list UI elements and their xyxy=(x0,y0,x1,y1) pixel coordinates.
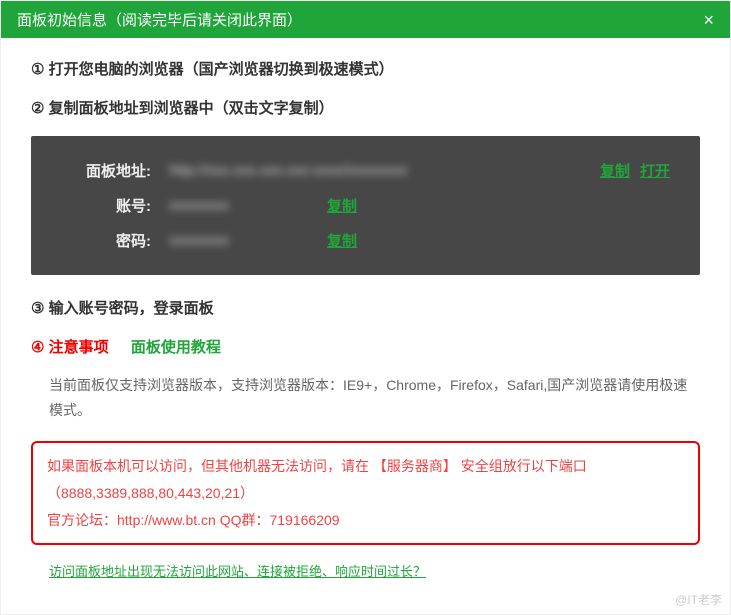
step-4-num: ④ xyxy=(31,338,44,356)
step-2: ② 复制面板地址到浏览器中（双击文字复制） xyxy=(31,97,700,118)
panel-account-row: 账号: xxxxxxxx 复制 xyxy=(61,195,670,216)
step-2-num: ② xyxy=(31,99,44,117)
copy-account-link[interactable]: 复制 xyxy=(327,195,357,216)
dialog-header: 面板初始信息（阅读完毕后请关闭此界面） × xyxy=(1,1,730,38)
open-address-link[interactable]: 打开 xyxy=(640,160,670,181)
step-4: ④ 注意事项 面板使用教程 xyxy=(31,336,700,357)
dialog-content: ① 打开您电脑的浏览器（国产浏览器切换到极速模式） ② 复制面板地址到浏览器中（… xyxy=(1,38,730,590)
close-icon[interactable]: × xyxy=(703,11,714,29)
step-3-num: ③ xyxy=(31,299,44,317)
panel-password-row: 密码: xxxxxxxx 复制 xyxy=(61,230,670,251)
warning-line-1: 如果面板本机可以访问，但其他机器无法访问，请在 【服务器商】 安全组放行以下端口… xyxy=(47,453,684,506)
panel-account-label: 账号: xyxy=(61,195,151,216)
step-3: ③ 输入账号密码，登录面板 xyxy=(31,297,700,318)
panel-address-label: 面板地址: xyxy=(61,160,151,181)
browser-support-info: 当前面板仅支持浏览器版本，支持浏览器版本：IE9+，Chrome，Firefox… xyxy=(49,373,700,423)
step-3-text: 输入账号密码，登录面板 xyxy=(49,300,214,317)
panel-password-label: 密码: xyxy=(61,230,151,251)
watermark: @IT老李 xyxy=(675,591,722,608)
panel-address-value[interactable]: http://xxx.xxx.xxx.xxx:xxxx/xxxxxxxx xyxy=(169,162,572,179)
credentials-panel: 面板地址: http://xxx.xxx.xxx.xxx:xxxx/xxxxxx… xyxy=(31,136,700,275)
warning-box: 如果面板本机可以访问，但其他机器无法访问，请在 【服务器商】 安全组放行以下端口… xyxy=(31,441,700,545)
step-1-text: 打开您电脑的浏览器（国产浏览器切换到极速模式） xyxy=(49,61,394,78)
panel-password-value[interactable]: xxxxxxxx xyxy=(169,232,299,249)
troubleshoot-link[interactable]: 访问面板地址出现无法访问此网站、连接被拒绝、响应时间过长？ xyxy=(49,564,426,579)
step-4-text: 注意事项 xyxy=(49,339,109,356)
step-1-num: ① xyxy=(31,60,44,78)
step-1: ① 打开您电脑的浏览器（国产浏览器切换到极速模式） xyxy=(31,58,700,79)
copy-password-link[interactable]: 复制 xyxy=(327,230,357,251)
tutorial-link[interactable]: 面板使用教程 xyxy=(131,339,221,356)
warning-line-2: 官方论坛：http://www.bt.cn QQ群：719166209 xyxy=(47,507,684,534)
step-2-text: 复制面板地址到浏览器中（双击文字复制） xyxy=(49,100,334,117)
dialog-title: 面板初始信息（阅读完毕后请关闭此界面） xyxy=(17,9,302,30)
copy-address-link[interactable]: 复制 xyxy=(600,160,630,181)
panel-address-row: 面板地址: http://xxx.xxx.xxx.xxx:xxxx/xxxxxx… xyxy=(61,160,670,181)
panel-account-value[interactable]: xxxxxxxx xyxy=(169,197,299,214)
